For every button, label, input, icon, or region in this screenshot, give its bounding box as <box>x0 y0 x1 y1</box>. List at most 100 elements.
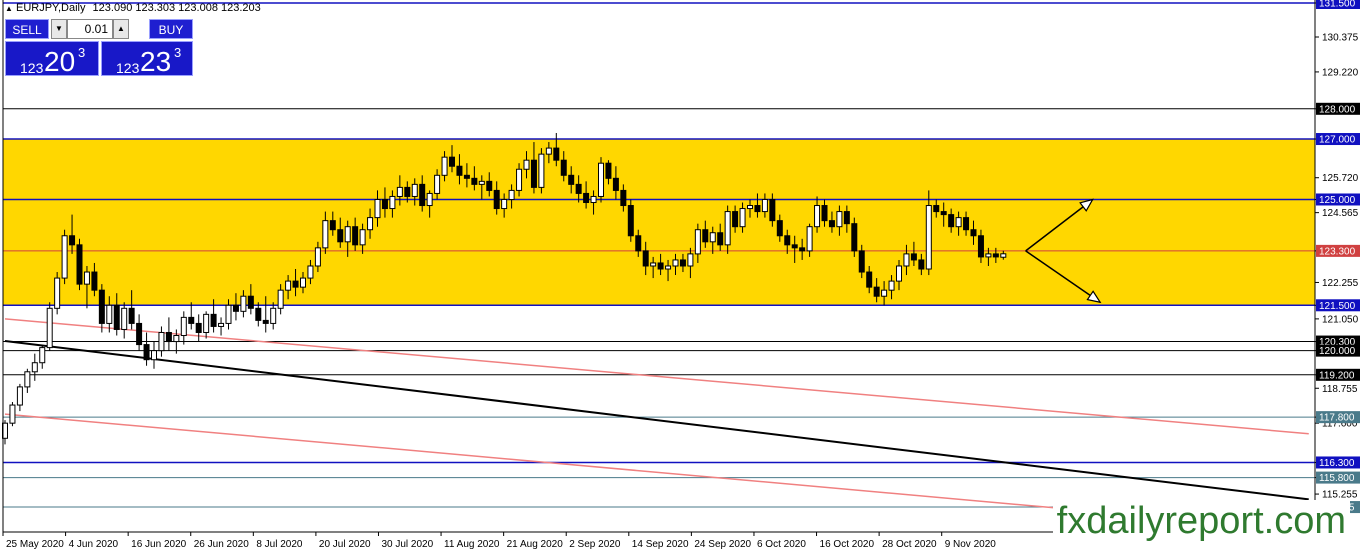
candle-body <box>538 153 545 188</box>
candle-body <box>381 198 388 210</box>
candle-body <box>672 259 679 267</box>
candle <box>24 368 31 393</box>
candle-body <box>806 226 813 252</box>
price-tag-label: 125.000 <box>1319 195 1356 206</box>
candle-body <box>39 347 46 364</box>
candle <box>76 238 83 291</box>
candle-body <box>46 307 53 349</box>
chevron-up-icon: ▲ <box>117 24 125 33</box>
price-level-tag: 120.000 <box>1316 344 1360 357</box>
candle-body <box>657 262 664 270</box>
candle-body <box>791 244 798 249</box>
price-level-tag: 119.200 <box>1316 368 1360 381</box>
sell-button[interactable]: SELL <box>5 19 49 39</box>
candle-body <box>61 235 68 279</box>
trendline <box>4 339 1309 501</box>
candle <box>270 302 277 330</box>
candle-body <box>776 220 783 237</box>
candle-body <box>918 259 925 270</box>
candle <box>598 157 604 203</box>
candle-body <box>635 235 642 252</box>
candle-body <box>225 304 232 324</box>
candle-body <box>620 189 627 207</box>
price-level-tag: 117.800 <box>1316 411 1360 424</box>
candle-body <box>232 304 239 312</box>
candle <box>851 217 858 257</box>
candle-body <box>426 192 433 207</box>
candle-body <box>24 371 31 388</box>
time-tick-label: 9 Nov 2020 <box>945 539 997 550</box>
candle-body <box>203 313 210 333</box>
candle-body <box>925 205 932 270</box>
sell-price-box[interactable]: 123 20 3 <box>5 41 99 77</box>
candle-body <box>396 186 403 197</box>
candle-body <box>121 307 128 330</box>
candle-body <box>873 286 880 297</box>
price-tag-label: 115.800 <box>1319 473 1355 484</box>
price-level-tag: 116.300 <box>1316 456 1360 469</box>
candle-body <box>821 205 828 222</box>
candle-body <box>54 277 61 309</box>
candle-body <box>851 223 858 252</box>
candle-body <box>91 271 98 291</box>
candle-body <box>300 277 306 288</box>
candle-body <box>456 165 463 176</box>
candle <box>46 302 53 351</box>
candle-body <box>136 322 143 346</box>
candle-body <box>31 362 38 373</box>
candle-body <box>113 304 120 330</box>
candle-body <box>307 265 314 279</box>
candle-body <box>784 235 791 246</box>
price-level-tag: 128.000 <box>1316 102 1360 115</box>
candle-body <box>389 195 396 210</box>
candle-body <box>9 404 16 424</box>
candle <box>158 326 165 357</box>
lot-size-input[interactable]: 0.01 <box>67 19 113 39</box>
price-tick-label: 115.255 <box>1322 490 1358 501</box>
candle <box>151 341 157 369</box>
candle-body <box>650 262 657 267</box>
price-chart[interactable]: 130.375 129.220 125.720 124.565 122.255 121.0… <box>0 0 1362 554</box>
candle-body <box>344 226 351 243</box>
candle-body <box>337 229 344 243</box>
candle-body <box>717 232 724 246</box>
price-tick-label: 129.220 <box>1322 67 1359 78</box>
candle-body <box>210 313 217 327</box>
candle-body <box>173 335 180 343</box>
candle-body <box>843 211 850 225</box>
lot-up-button[interactable]: ▲ <box>113 19 129 39</box>
candle-body <box>419 183 426 207</box>
time-tick-label: 6 Oct 2020 <box>757 539 806 550</box>
candle-body <box>195 322 202 333</box>
price-level-tag: 115.800 <box>1316 471 1360 484</box>
candle <box>627 199 634 242</box>
candle-body <box>516 168 523 191</box>
candle <box>203 311 210 339</box>
one-click-trading-panel: SELL ▼ 0.01 ▲ BUY 123 20 3 123 23 3 <box>5 19 193 77</box>
candle-body <box>151 350 157 361</box>
candle-body <box>434 174 441 194</box>
candle-body <box>143 344 150 361</box>
candle-body <box>478 180 485 185</box>
candle-body <box>508 189 515 200</box>
time-tick-label: 25 May 2020 <box>6 539 64 550</box>
candle-body <box>940 211 947 216</box>
candle <box>136 314 143 351</box>
candle-body <box>553 147 560 161</box>
lot-down-button[interactable]: ▼ <box>51 19 67 39</box>
candle-body <box>493 189 500 210</box>
candle-body <box>98 289 105 324</box>
chevron-down-icon: ▼ <box>55 24 63 33</box>
buy-price-box[interactable]: 123 23 3 <box>101 41 193 77</box>
price-level-tag: 131.500 <box>1316 0 1360 10</box>
collapse-triangle-icon[interactable]: ▲ <box>5 4 13 13</box>
candle <box>165 317 172 351</box>
candle-body <box>158 331 165 352</box>
buy-button[interactable]: BUY <box>149 19 193 39</box>
candle-body <box>374 198 381 219</box>
candle-body <box>69 235 76 246</box>
time-tick-label: 16 Oct 2020 <box>820 539 875 550</box>
sell-price-prefix: 123 <box>20 60 44 76</box>
candle-body <box>106 304 113 324</box>
candle-body <box>814 205 821 228</box>
